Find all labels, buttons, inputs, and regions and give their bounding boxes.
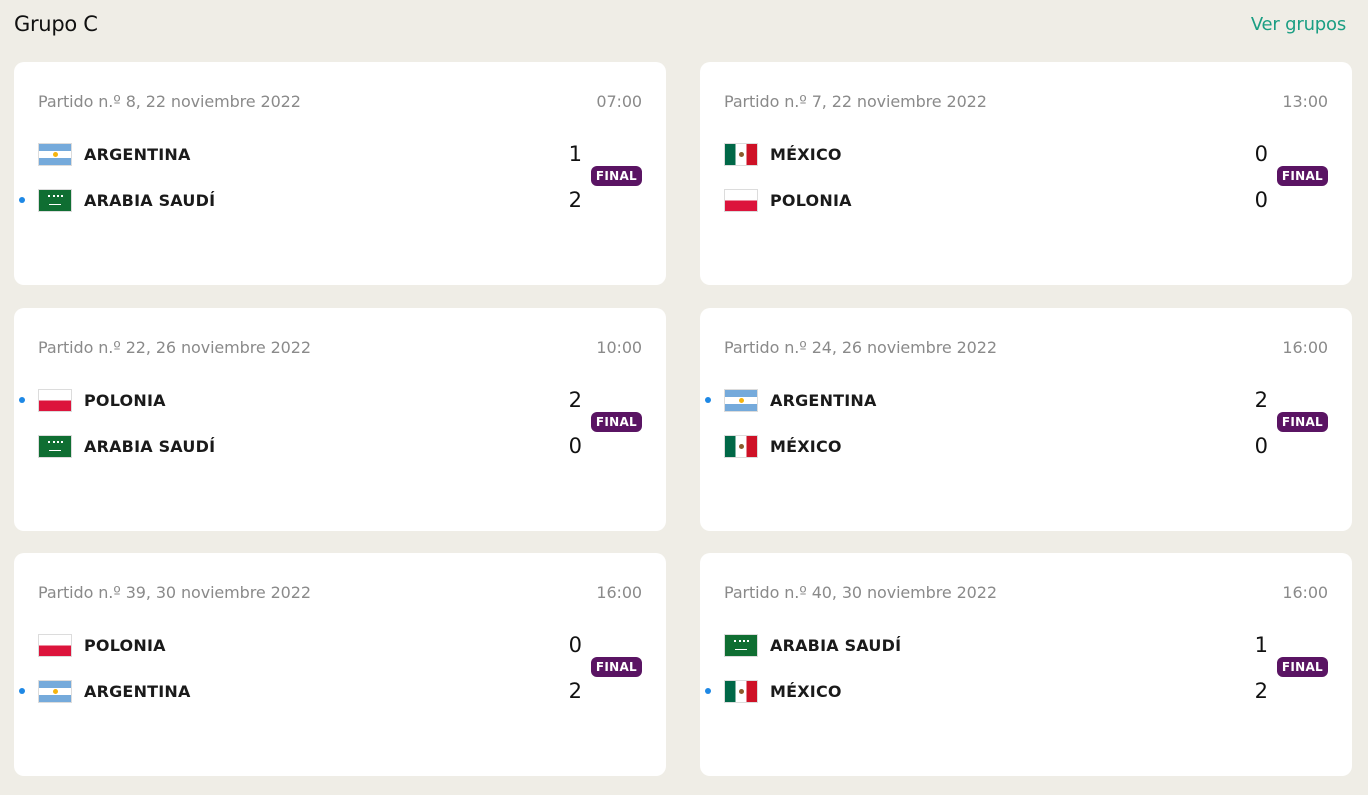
match-info: Partido n.º 24, 26 noviembre 2022: [724, 338, 997, 357]
match-meta: Partido n.º 39, 30 noviembre 2022 16:00: [38, 583, 642, 602]
team-score: 1: [1254, 633, 1268, 657]
poland-flag-icon: [38, 633, 72, 657]
match-card[interactable]: Partido n.º 40, 30 noviembre 2022 16:00 …: [700, 553, 1352, 776]
status-badge: FINAL: [590, 657, 642, 677]
argentina-flag-icon: [724, 388, 758, 412]
away-team-row: ARABIA SAUDÍ 2: [19, 186, 582, 214]
status-badge: FINAL: [590, 166, 642, 186]
home-team-row: POLONIA 2: [19, 386, 582, 414]
poland-flag-icon: [724, 188, 758, 212]
match-info: Partido n.º 40, 30 noviembre 2022: [724, 583, 997, 602]
match-time: 07:00: [596, 92, 642, 111]
group-title: Grupo C: [14, 12, 98, 36]
team-score: 0: [1254, 434, 1268, 458]
team-score: 2: [568, 188, 582, 212]
team-score: 2: [568, 388, 582, 412]
team-name: POLONIA: [84, 390, 166, 410]
team-name: ARABIA SAUDÍ: [84, 190, 216, 210]
away-team-row: MÉXICO 0: [724, 432, 1268, 460]
match-meta: Partido n.º 22, 26 noviembre 2022 10:00: [38, 338, 642, 357]
mexico-flag-icon: [724, 679, 758, 703]
match-info: Partido n.º 22, 26 noviembre 2022: [38, 338, 311, 357]
match-info: Partido n.º 8, 22 noviembre 2022: [38, 92, 301, 111]
status-badge: FINAL: [1276, 412, 1328, 432]
team-name: MÉXICO: [770, 144, 842, 164]
match-info: Partido n.º 7, 22 noviembre 2022: [724, 92, 987, 111]
team-score: 0: [1254, 188, 1268, 212]
match-card[interactable]: Partido n.º 39, 30 noviembre 2022 16:00 …: [14, 553, 666, 776]
winner-dot-icon: [705, 688, 711, 694]
match-time: 16:00: [1282, 338, 1328, 357]
saudi-arabia-flag-icon: [724, 633, 758, 657]
match-info: Partido n.º 39, 30 noviembre 2022: [38, 583, 311, 602]
away-team-row: ARABIA SAUDÍ 0: [38, 432, 582, 460]
away-team-row: ARGENTINA 2: [19, 677, 582, 705]
team-score: 0: [568, 633, 582, 657]
group-header: Grupo C Ver grupos: [14, 8, 1346, 40]
away-team-row: POLONIA 0: [724, 186, 1268, 214]
team-name: ARGENTINA: [84, 681, 191, 701]
poland-flag-icon: [38, 388, 72, 412]
mexico-flag-icon: [724, 434, 758, 458]
match-meta: Partido n.º 24, 26 noviembre 2022 16:00: [724, 338, 1328, 357]
argentina-flag-icon: [38, 142, 72, 166]
status-badge: FINAL: [590, 412, 642, 432]
home-team-row: POLONIA 0: [38, 631, 582, 659]
status-badge: FINAL: [1276, 657, 1328, 677]
team-score: 0: [568, 434, 582, 458]
away-team-row: MÉXICO 2: [705, 677, 1268, 705]
winner-dot-icon: [19, 197, 25, 203]
team-score: 2: [1254, 388, 1268, 412]
match-time: 16:00: [1282, 583, 1328, 602]
match-time: 16:00: [596, 583, 642, 602]
mexico-flag-icon: [724, 142, 758, 166]
team-name: ARABIA SAUDÍ: [84, 436, 216, 456]
match-time: 10:00: [596, 338, 642, 357]
winner-dot-icon: [705, 397, 711, 403]
home-team-row: ARGENTINA 1: [38, 140, 582, 168]
match-time: 13:00: [1282, 92, 1328, 111]
match-card[interactable]: Partido n.º 8, 22 noviembre 2022 07:00 A…: [14, 62, 666, 285]
match-meta: Partido n.º 7, 22 noviembre 2022 13:00: [724, 92, 1328, 111]
team-score: 2: [568, 679, 582, 703]
match-card[interactable]: Partido n.º 22, 26 noviembre 2022 10:00 …: [14, 308, 666, 531]
argentina-flag-icon: [38, 679, 72, 703]
home-team-row: MÉXICO 0: [724, 140, 1268, 168]
team-name: POLONIA: [770, 190, 852, 210]
view-groups-link[interactable]: Ver grupos: [1251, 14, 1346, 35]
status-badge: FINAL: [1276, 166, 1328, 186]
team-name: ARGENTINA: [770, 390, 877, 410]
match-card[interactable]: Partido n.º 7, 22 noviembre 2022 13:00 M…: [700, 62, 1352, 285]
winner-dot-icon: [19, 688, 25, 694]
saudi-arabia-flag-icon: [38, 188, 72, 212]
team-score: 0: [1254, 142, 1268, 166]
team-name: MÉXICO: [770, 436, 842, 456]
team-name: ARABIA SAUDÍ: [770, 635, 902, 655]
winner-dot-icon: [19, 397, 25, 403]
home-team-row: ARGENTINA 2: [705, 386, 1268, 414]
team-name: MÉXICO: [770, 681, 842, 701]
team-name: POLONIA: [84, 635, 166, 655]
team-score: 2: [1254, 679, 1268, 703]
saudi-arabia-flag-icon: [38, 434, 72, 458]
match-card[interactable]: Partido n.º 24, 26 noviembre 2022 16:00 …: [700, 308, 1352, 531]
match-meta: Partido n.º 8, 22 noviembre 2022 07:00: [38, 92, 642, 111]
team-score: 1: [568, 142, 582, 166]
match-meta: Partido n.º 40, 30 noviembre 2022 16:00: [724, 583, 1328, 602]
home-team-row: ARABIA SAUDÍ 1: [724, 631, 1268, 659]
team-name: ARGENTINA: [84, 144, 191, 164]
